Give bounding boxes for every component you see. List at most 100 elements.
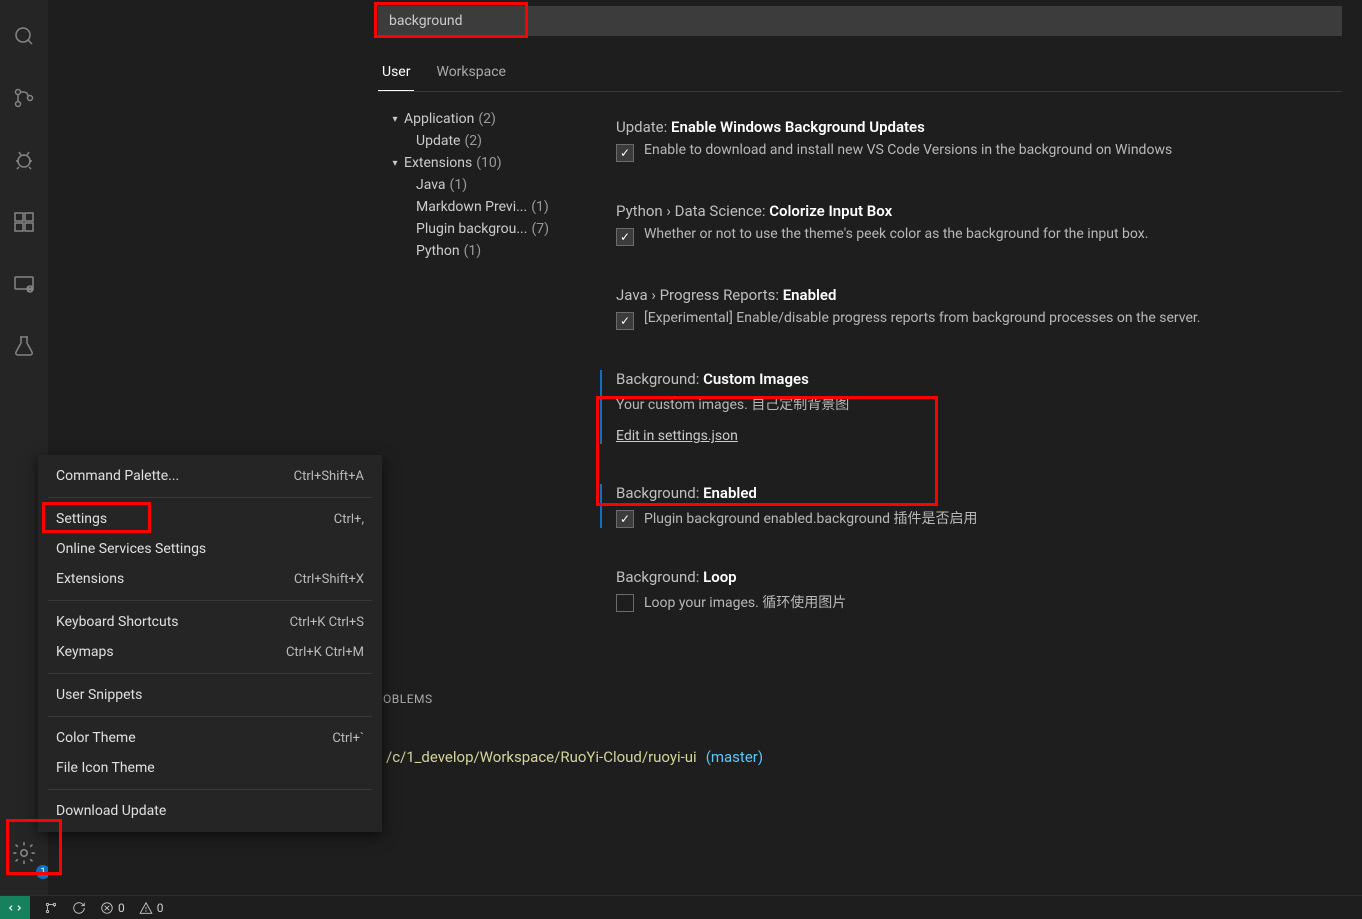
menu-extensions[interactable]: Extensions Ctrl+Shift+X: [38, 564, 382, 594]
menu-separator: [48, 600, 372, 601]
tree-label: Java: [416, 177, 446, 193]
tree-count: (1): [464, 243, 482, 259]
setting-scope: Background:: [616, 568, 703, 586]
terminal-path: /c/1_develop/Workspace/RuoYi-Cloud/ruoyi…: [386, 748, 697, 766]
tree-label: Markdown Previ...: [416, 199, 527, 215]
gear-icon[interactable]: 1: [0, 829, 48, 877]
settings-list: Update: Enable Windows Background Update…: [616, 118, 1342, 652]
setting-scope: Background:: [616, 370, 703, 388]
setting-background-loop: Background: Loop Loop your images. 循环使用图…: [616, 568, 1342, 612]
settings-scope-tabs: User Workspace: [378, 58, 1342, 92]
status-errors-count: 0: [118, 901, 125, 915]
checkbox[interactable]: [616, 594, 634, 612]
tree-application[interactable]: ▾ Application (2): [386, 108, 626, 130]
setting-desc: Whether or not to use the theme's peek c…: [644, 226, 1148, 242]
menu-keymaps[interactable]: Keymaps Ctrl+K Ctrl+M: [38, 637, 382, 667]
search-icon[interactable]: [0, 12, 48, 60]
tree-count: (1): [450, 177, 468, 193]
menu-file-icon-theme[interactable]: File Icon Theme: [38, 753, 382, 783]
menu-label: User Snippets: [56, 687, 142, 703]
menu-label: Settings: [56, 511, 107, 527]
setting-desc: Plugin background enabled.background 插件是…: [644, 508, 978, 528]
menu-separator: [48, 789, 372, 790]
menu-shortcut: Ctrl+K Ctrl+M: [286, 645, 364, 660]
menu-shortcut: Ctrl+,: [334, 512, 364, 527]
tree-label: Plugin backgrou...: [416, 221, 527, 237]
tree-label: Application: [404, 111, 474, 127]
remote-icon[interactable]: [0, 260, 48, 308]
tree-count: (7): [531, 221, 549, 237]
menu-shortcut: Ctrl+K Ctrl+S: [290, 615, 364, 630]
status-branch[interactable]: [44, 901, 58, 915]
setting-name: Enabled: [783, 286, 837, 304]
setting-desc: Your custom images. 自己定制背景图: [616, 394, 1342, 414]
setting-name: Enabled: [703, 484, 757, 502]
menu-keyboard-shortcuts[interactable]: Keyboard Shortcuts Ctrl+K Ctrl+S: [38, 607, 382, 637]
terminal-output[interactable]: /c/1_develop/Workspace/RuoYi-Cloud/ruoyi…: [386, 748, 763, 766]
test-icon[interactable]: [0, 322, 48, 370]
setting-scope: Background:: [616, 484, 703, 502]
menu-online-services[interactable]: Online Services Settings: [38, 534, 382, 564]
setting-java-progress-reports: Java › Progress Reports: Enabled ✓ [Expe…: [616, 286, 1342, 330]
setting-update-enable-windows-bg: Update: Enable Windows Background Update…: [616, 118, 1342, 162]
setting-background-enabled: Background: Enabled ✓ Plugin background …: [600, 484, 1342, 528]
setting-scope: Update:: [616, 118, 671, 136]
setting-name: Loop: [703, 568, 737, 586]
setting-desc: [Experimental] Enable/disable progress r…: [644, 310, 1201, 326]
extensions-icon[interactable]: [0, 198, 48, 246]
menu-color-theme[interactable]: Color Theme Ctrl+`: [38, 723, 382, 753]
tab-user[interactable]: User: [378, 58, 414, 91]
menu-label: File Icon Theme: [56, 760, 155, 776]
status-warnings[interactable]: 0: [139, 901, 164, 915]
tree-java[interactable]: Java (1): [386, 174, 626, 196]
setting-desc: Loop your images. 循环使用图片: [644, 592, 846, 612]
panel-tab-problems[interactable]: OBLEMS: [383, 692, 433, 706]
source-control-icon[interactable]: [0, 74, 48, 122]
status-errors[interactable]: 0: [100, 901, 125, 915]
menu-command-palette[interactable]: Command Palette... Ctrl+Shift+A: [38, 461, 382, 491]
menu-shortcut: Ctrl+Shift+X: [294, 572, 364, 587]
tree-count: (2): [464, 133, 482, 149]
setting-python-colorize-input: Python › Data Science: Colorize Input Bo…: [616, 202, 1342, 246]
tree-plugin-background[interactable]: Plugin backgrou... (7): [386, 218, 626, 240]
status-bar: 0 0: [0, 895, 1362, 919]
chevron-down-icon: ▾: [386, 158, 404, 169]
setting-scope: Python › Data Science:: [616, 202, 769, 220]
settings-search-input[interactable]: [378, 6, 1342, 36]
tree-count: (2): [478, 111, 496, 127]
tree-update[interactable]: Update (2): [386, 130, 626, 152]
setting-desc: Enable to download and install new VS Co…: [644, 142, 1172, 158]
tree-label: Update: [416, 133, 460, 149]
tree-extensions[interactable]: ▾ Extensions (10): [386, 152, 626, 174]
checkbox[interactable]: ✓: [616, 144, 634, 162]
menu-download-update[interactable]: Download Update: [38, 796, 382, 826]
tab-workspace[interactable]: Workspace: [432, 58, 510, 91]
checkbox[interactable]: ✓: [616, 312, 634, 330]
menu-label: Keyboard Shortcuts: [56, 614, 179, 630]
status-sync[interactable]: [72, 901, 86, 915]
menu-shortcut: Ctrl+`: [332, 731, 364, 746]
menu-separator: [48, 497, 372, 498]
debug-icon[interactable]: [0, 136, 48, 184]
menu-shortcut: Ctrl+Shift+A: [294, 469, 364, 484]
tree-count: (1): [531, 199, 549, 215]
checkbox[interactable]: ✓: [616, 510, 634, 528]
tree-markdown[interactable]: Markdown Previ... (1): [386, 196, 626, 218]
menu-separator: [48, 673, 372, 674]
tree-count: (10): [476, 155, 501, 171]
tree-label: Python: [416, 243, 460, 259]
tree-python[interactable]: Python (1): [386, 240, 626, 262]
settings-tree: ▾ Application (2) Update (2) ▾ Extension…: [386, 108, 626, 262]
menu-label: Download Update: [56, 803, 166, 819]
edit-in-settings-json-link[interactable]: Edit in settings.json: [616, 428, 738, 444]
menu-separator: [48, 716, 372, 717]
setting-name: Custom Images: [703, 370, 809, 388]
menu-user-snippets[interactable]: User Snippets: [38, 680, 382, 710]
setting-name: Colorize Input Box: [769, 202, 892, 220]
remote-indicator[interactable]: [0, 896, 30, 919]
checkbox[interactable]: ✓: [616, 228, 634, 246]
menu-label: Command Palette...: [56, 468, 179, 484]
tree-label: Extensions: [404, 155, 472, 171]
setting-background-custom-images: Background: Custom Images Your custom im…: [600, 370, 1342, 444]
menu-settings[interactable]: Settings Ctrl+,: [38, 504, 382, 534]
